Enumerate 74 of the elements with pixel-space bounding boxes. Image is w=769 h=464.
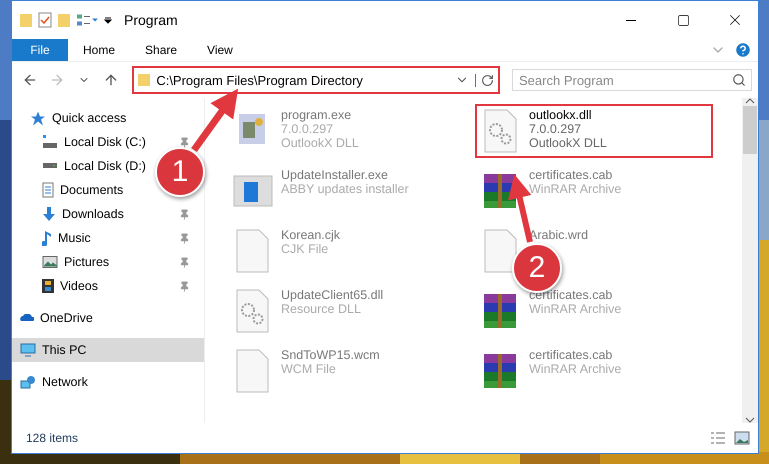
folder-icon (20, 14, 32, 26)
sidebar-item[interactable]: Local Disk (D:) (64, 159, 146, 173)
folder-icon (138, 74, 150, 86)
file-detail: OutlookX DLL (281, 136, 359, 150)
sidebar-item[interactable]: This PC (12, 338, 204, 362)
file-name[interactable]: SndToWP15.wcm (281, 348, 380, 362)
sidebar-item[interactable]: Music (58, 231, 91, 245)
drive-icon (42, 163, 58, 169)
network-icon (20, 376, 36, 388)
sidebar-item[interactable]: Quick access (52, 111, 126, 125)
scrollbar[interactable] (742, 98, 758, 423)
pin-icon (179, 280, 190, 292)
pin-icon (179, 208, 190, 220)
search-field[interactable]: Search Program (512, 69, 752, 91)
maximize-icon (676, 14, 690, 26)
monitor-icon (20, 343, 36, 357)
sidebar-item[interactable]: Videos (60, 279, 98, 293)
file-detail: Resource DLL (281, 302, 362, 316)
file-detail: ABBY updates installer (281, 182, 409, 196)
file-detail: CJK File (281, 242, 330, 256)
file-detail: WinRAR Archive (529, 182, 622, 196)
view-icon[interactable] (76, 14, 98, 26)
sidebar-item[interactable]: Pictures (64, 255, 110, 269)
file-detail: WinRAR Archive (529, 302, 622, 316)
scroll-up-icon[interactable] (745, 98, 755, 104)
file-name[interactable]: UpdateClient65.dll (281, 288, 384, 302)
large-icons-view-icon[interactable] (734, 431, 750, 445)
properties-icon[interactable] (38, 12, 52, 28)
sidebar-item[interactable]: Network (42, 375, 88, 389)
film-icon (42, 279, 54, 293)
file-name[interactable]: UpdateInstaller.exe (281, 168, 409, 182)
file-detail: WCM File (281, 362, 337, 376)
address-bar[interactable]: C:\Program Files\Program Directory (132, 66, 500, 94)
scroll-down-icon[interactable] (745, 417, 755, 423)
item-count: 128 items (26, 431, 80, 445)
ribbon-tab[interactable]: Home (68, 39, 130, 61)
window-title: Program (124, 12, 178, 28)
address-path: C:\Program Files\Program Directory (156, 72, 364, 88)
details-view-icon[interactable] (710, 432, 726, 444)
file-detail: OutlookX DLL (529, 136, 607, 150)
download-icon (42, 206, 56, 222)
drive-icon (42, 135, 58, 149)
cloud-icon (20, 314, 34, 322)
back-arrow-icon (22, 72, 38, 88)
sidebar-item[interactable]: Local Disk (C:) (64, 135, 146, 149)
file-detail: WinRAR Archive (529, 362, 622, 376)
pictures-icon (42, 256, 58, 268)
file-menu-button[interactable]: File (12, 39, 68, 61)
arrow (191, 88, 238, 152)
file-detail: 7.0.0.297 (529, 122, 582, 136)
file-name[interactable]: program.exe (281, 108, 359, 122)
help-icon[interactable] (734, 41, 752, 59)
sidebar-item[interactable]: Documents (60, 183, 124, 197)
music-note-icon (42, 230, 52, 246)
file-name[interactable]: Korean.cjk (281, 228, 340, 242)
file-name[interactable]: Arabic.wrd (529, 228, 588, 242)
pin-icon (179, 136, 190, 148)
scrollbar-thumb[interactable] (743, 106, 757, 154)
star-icon (30, 110, 46, 126)
file-name[interactable]: certificates.cab (529, 348, 622, 362)
sidebar-item[interactable]: OneDrive (40, 311, 93, 325)
file-detail: 7.0.0.297 (281, 122, 334, 136)
file-name[interactable]: outlookx.dll (529, 108, 607, 122)
ribbon-tab[interactable]: View (192, 39, 248, 61)
ribbon-tab[interactable]: Share (130, 39, 192, 61)
search-icon (732, 73, 746, 87)
sidebar-item[interactable]: Downloads (62, 207, 124, 221)
pin-icon (179, 232, 190, 244)
refresh-icon[interactable] (475, 74, 494, 86)
pin-icon (179, 256, 190, 268)
file-item[interactable]: outlookx.dll 7.0.0.297 OutlookX DLL (475, 104, 713, 158)
customize-icon[interactable] (104, 16, 112, 24)
file-name[interactable]: certificates.cab (529, 168, 622, 182)
document-icon (42, 182, 54, 198)
